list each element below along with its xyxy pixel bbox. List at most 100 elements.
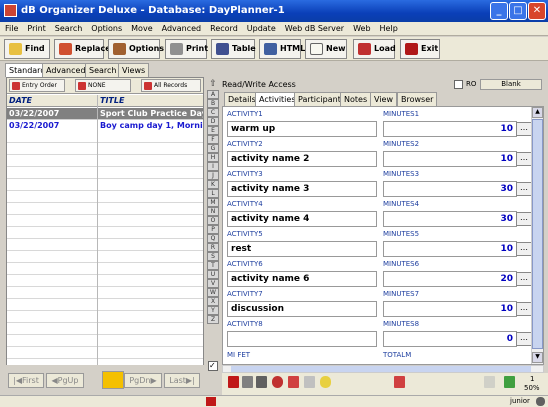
scroll-up-icon[interactable]: ▲ xyxy=(532,107,543,118)
menu-print[interactable]: Print xyxy=(22,22,49,33)
replace-button[interactable]: Replace xyxy=(54,39,111,59)
pgup-button[interactable]: ◀PgUp xyxy=(46,373,84,388)
back-arrow-icon[interactable] xyxy=(228,376,239,388)
activity7-field[interactable]: discussion xyxy=(227,301,377,317)
alpha-letter[interactable]: J xyxy=(207,171,219,180)
menu-options[interactable]: Options xyxy=(86,22,126,33)
report-icon[interactable] xyxy=(394,376,405,388)
print-button[interactable]: Print xyxy=(165,39,208,59)
minutes3-field[interactable]: 30 xyxy=(383,181,517,197)
minutes5-field[interactable]: 10 xyxy=(383,241,517,257)
minutes7-field[interactable]: 10 xyxy=(383,301,517,317)
alpha-letter[interactable]: W xyxy=(207,288,219,297)
tab-search[interactable]: Search xyxy=(85,63,121,77)
minutes7-picker-button[interactable]: … xyxy=(516,302,532,316)
tab-browser[interactable]: Browser xyxy=(397,92,438,106)
alpha-letter[interactable]: S xyxy=(207,252,219,261)
alpha-letter[interactable]: Y xyxy=(207,306,219,315)
activity8-field[interactable] xyxy=(227,331,377,347)
hscroll-thumb[interactable] xyxy=(231,366,531,372)
sort-none-button[interactable]: NONE xyxy=(75,79,131,92)
ro-checkbox[interactable] xyxy=(454,80,463,89)
alpha-letter[interactable]: A xyxy=(207,90,219,99)
blank-button[interactable]: Blank xyxy=(480,79,542,90)
tab-activities[interactable]: Activities xyxy=(255,92,300,106)
minutes8-picker-button[interactable]: … xyxy=(516,332,532,346)
tab-advanced[interactable]: Advanced xyxy=(42,63,90,77)
alpha-letter[interactable]: F xyxy=(207,135,219,144)
minutes3-picker-button[interactable]: … xyxy=(516,182,532,196)
jump-icon[interactable] xyxy=(102,371,124,389)
first-button[interactable]: |◀First xyxy=(8,373,44,388)
tab-view[interactable]: View xyxy=(370,92,397,106)
minutes2-field[interactable]: 10 xyxy=(383,151,517,167)
menu-file[interactable]: File xyxy=(0,22,22,33)
next-record-icon[interactable] xyxy=(504,376,515,388)
activity5-field[interactable]: rest xyxy=(227,241,377,257)
alpha-letter[interactable]: R xyxy=(207,243,219,252)
maximize-button[interactable]: □ xyxy=(509,2,527,20)
alpha-letter[interactable]: Z xyxy=(207,315,219,324)
alpha-letter[interactable]: P xyxy=(207,225,219,234)
alpha-letter[interactable]: X xyxy=(207,297,219,306)
minutes4-picker-button[interactable]: … xyxy=(516,212,532,226)
paste-record-icon[interactable] xyxy=(304,376,315,388)
menu-move[interactable]: Move xyxy=(126,22,156,33)
alpha-letter[interactable]: D xyxy=(207,117,219,126)
scroll-down-icon[interactable]: ▼ xyxy=(532,352,543,363)
tab-notes[interactable]: Notes xyxy=(340,92,372,106)
new-button[interactable]: New xyxy=(305,39,347,59)
minimize-button[interactable]: _ xyxy=(490,2,508,20)
minutes1-picker-button[interactable]: … xyxy=(516,122,532,136)
minutes4-field[interactable]: 30 xyxy=(383,211,517,227)
vertical-scrollbar[interactable]: ▲ ▼ xyxy=(531,107,543,364)
alpha-letter[interactable]: K xyxy=(207,180,219,189)
up-arrow-icon[interactable]: ⇧ xyxy=(207,80,219,90)
html-button[interactable]: HTML xyxy=(259,39,305,59)
activity2-field[interactable]: activity name 2 xyxy=(227,151,377,167)
select-checkbox[interactable]: ✓ xyxy=(208,361,218,371)
minutes2-picker-button[interactable]: … xyxy=(516,152,532,166)
alpha-letter[interactable]: L xyxy=(207,189,219,198)
activity4-field[interactable]: activity name 4 xyxy=(227,211,377,227)
alpha-letter[interactable]: G xyxy=(207,144,219,153)
options-button[interactable]: Options xyxy=(108,39,164,59)
pgdn-button[interactable]: PgDn▶ xyxy=(124,373,162,388)
column-header-title[interactable]: TITLE xyxy=(100,96,124,105)
minutes1-field[interactable]: 10 xyxy=(383,121,517,137)
print-record-icon[interactable] xyxy=(242,376,253,388)
alpha-letter[interactable]: V xyxy=(207,279,219,288)
alpha-letter[interactable]: N xyxy=(207,207,219,216)
menu-search[interactable]: Search xyxy=(50,22,86,33)
alpha-letter[interactable]: B xyxy=(207,99,219,108)
load-button[interactable]: Load xyxy=(353,39,396,59)
menu-web[interactable]: Web xyxy=(348,22,374,33)
tab-views[interactable]: Views xyxy=(118,63,150,77)
copy-record-icon[interactable] xyxy=(288,376,299,388)
menu-record[interactable]: Record xyxy=(205,22,242,33)
minutes8-field[interactable]: 0 xyxy=(383,331,517,347)
minutes6-field[interactable]: 20 xyxy=(383,271,517,287)
exit-button[interactable]: Exit xyxy=(400,39,440,59)
column-header-date[interactable]: DATE xyxy=(9,96,32,105)
table-row[interactable]: 03/22/2007 Sport Club Practice Day xyxy=(7,108,203,120)
minutes5-picker-button[interactable]: … xyxy=(516,242,532,256)
menu-web-db-server[interactable]: Web dB Server xyxy=(280,22,348,33)
activity1-field[interactable]: warm up xyxy=(227,121,377,137)
menu-help[interactable]: Help xyxy=(375,22,402,33)
sort-entry-order-button[interactable]: Entry Order xyxy=(9,79,65,92)
minutes6-picker-button[interactable]: … xyxy=(516,272,532,286)
menu-update[interactable]: Update xyxy=(242,22,280,33)
scroll-thumb[interactable] xyxy=(532,119,543,349)
alpha-letter[interactable]: U xyxy=(207,270,219,279)
last-button[interactable]: Last▶| xyxy=(164,373,200,388)
tip-bulb-icon[interactable] xyxy=(320,376,331,388)
alpha-letter[interactable]: Q xyxy=(207,234,219,243)
prev-record-icon[interactable] xyxy=(484,376,495,388)
activity6-field[interactable]: activity name 6 xyxy=(227,271,377,287)
delete-icon[interactable] xyxy=(256,376,267,388)
menu-advanced[interactable]: Advanced xyxy=(157,22,206,33)
refresh-icon[interactable] xyxy=(272,376,283,388)
activity3-field[interactable]: activity name 3 xyxy=(227,181,377,197)
alpha-letter[interactable]: H xyxy=(207,153,219,162)
